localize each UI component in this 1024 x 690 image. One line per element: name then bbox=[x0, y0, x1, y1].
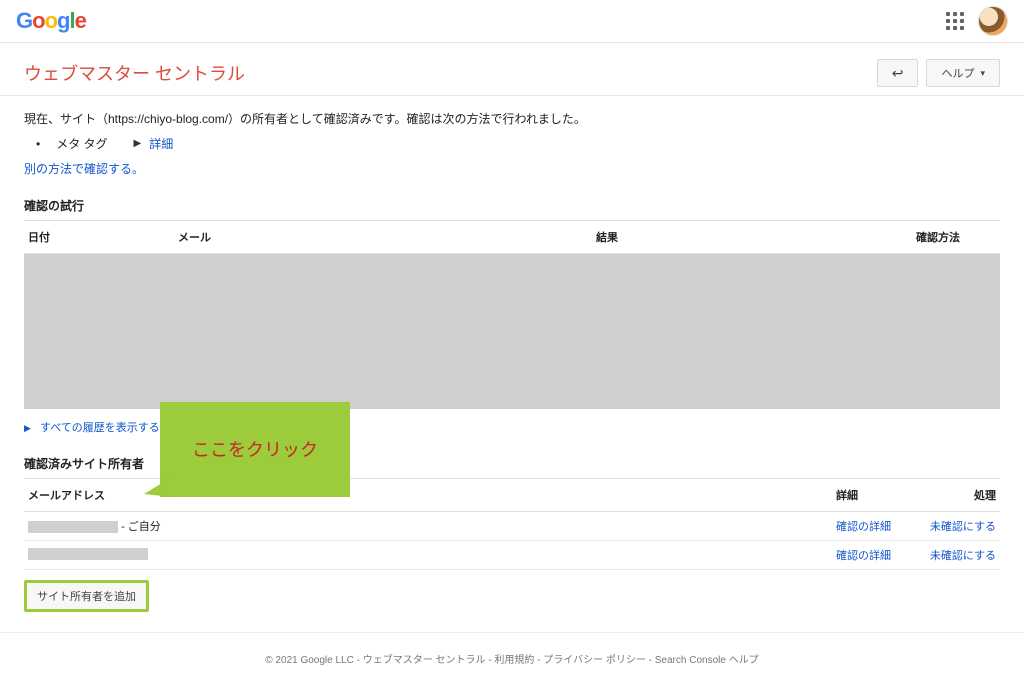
owner-unverify-link[interactable]: 未確認にする bbox=[930, 521, 996, 533]
verification-method-label: メタ タグ bbox=[56, 135, 107, 152]
show-all-label: すべての履歴を表示する bbox=[40, 422, 160, 434]
owner-detail-link[interactable]: 確認の詳細 bbox=[836, 550, 891, 562]
page-header: ウェブマスター セントラル ↩ ヘルプ ▾ bbox=[0, 43, 1024, 96]
logo-letter: g bbox=[57, 8, 69, 33]
help-button[interactable]: ヘルプ ▾ bbox=[926, 59, 1000, 87]
owner-self-suffix: - ご自分 bbox=[121, 521, 161, 533]
back-button[interactable]: ↩ bbox=[877, 59, 919, 87]
logo-letter: G bbox=[16, 8, 32, 33]
footer-link[interactable]: ウェブマスター セントラル bbox=[363, 655, 486, 666]
footer: © 2021 Google LLC - ウェブマスター セントラル - 利用規約… bbox=[0, 632, 1024, 690]
bullet-icon bbox=[36, 137, 48, 151]
footer-link[interactable]: 利用規約 bbox=[494, 655, 534, 666]
verification-status-text: 現在、サイト（https://chiyo-blog.com/）の所有者として確認… bbox=[24, 110, 1000, 127]
alternate-method-link[interactable]: 別の方法で確認する。 bbox=[24, 160, 1000, 177]
callout-text: ここをクリック bbox=[192, 436, 318, 462]
verification-method-detail-link[interactable]: 詳細 bbox=[149, 135, 173, 152]
col-action: 処理 bbox=[926, 487, 996, 503]
triangle-right-icon: ▶ bbox=[134, 138, 142, 149]
add-owner-button[interactable]: サイト所有者を追加 bbox=[24, 580, 149, 612]
footer-link[interactable]: プライバシー ポリシー bbox=[543, 655, 646, 666]
google-logo[interactable]: Google bbox=[16, 8, 86, 34]
col-mail-address: メールアドレス bbox=[28, 487, 836, 503]
footer-link[interactable]: Search Console ヘルプ bbox=[655, 655, 759, 666]
footer-copyright: © 2021 Google LLC - bbox=[265, 655, 362, 666]
col-mail: メール bbox=[178, 229, 596, 245]
owner-row: 確認の詳細 未確認にする bbox=[24, 541, 1000, 570]
help-label: ヘルプ bbox=[941, 65, 974, 81]
chevron-down-icon: ▾ bbox=[980, 68, 985, 79]
redacted-email bbox=[28, 521, 118, 533]
owner-row: - ご自分 確認の詳細 未確認にする bbox=[24, 512, 1000, 541]
main-content: 現在、サイト（https://chiyo-blog.com/）の所有者として確認… bbox=[0, 96, 1024, 632]
page-title: ウェブマスター セントラル bbox=[24, 60, 245, 86]
attempts-table-body-redacted bbox=[24, 254, 1000, 409]
back-arrow-icon: ↩ bbox=[892, 66, 904, 80]
attempts-title: 確認の試行 bbox=[24, 197, 1000, 214]
col-detail: 詳細 bbox=[836, 487, 926, 503]
account-avatar[interactable] bbox=[978, 6, 1008, 36]
verification-method-row: メタ タグ ▶ 詳細 bbox=[36, 135, 1000, 152]
owner-detail-link[interactable]: 確認の詳細 bbox=[836, 521, 891, 533]
logo-letter: o bbox=[45, 8, 57, 33]
annotation-callout: ここをクリック bbox=[160, 402, 350, 497]
col-result: 結果 bbox=[596, 229, 916, 245]
col-date: 日付 bbox=[28, 229, 178, 245]
owner-unverify-link[interactable]: 未確認にする bbox=[930, 550, 996, 562]
global-header: Google bbox=[0, 0, 1024, 42]
logo-letter: e bbox=[75, 8, 86, 33]
logo-letter: o bbox=[32, 8, 44, 33]
col-method: 確認方法 bbox=[916, 229, 996, 245]
apps-icon[interactable] bbox=[946, 12, 964, 30]
attempts-table-header: 日付 メール 結果 確認方法 bbox=[24, 220, 1000, 254]
redacted-email bbox=[28, 548, 148, 560]
